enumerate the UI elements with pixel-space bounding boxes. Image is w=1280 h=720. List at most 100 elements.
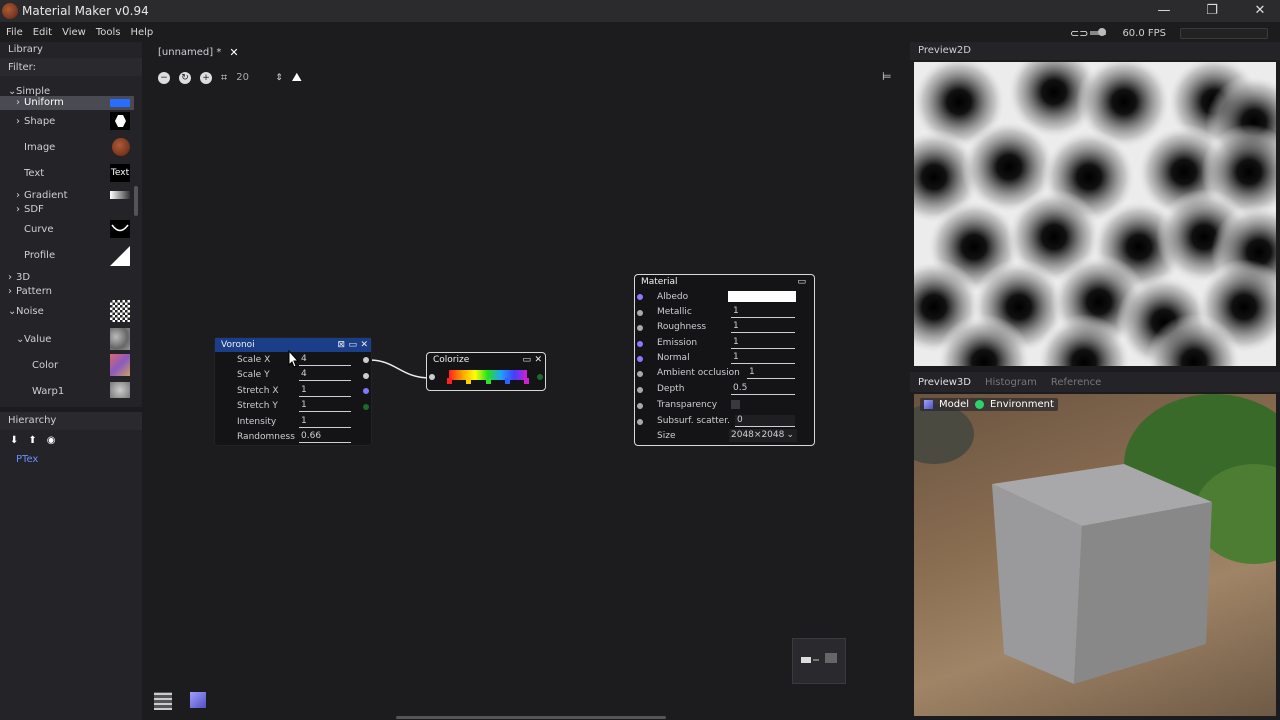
input-port-ao[interactable]: [637, 371, 643, 377]
colorize-node[interactable]: Colorize ▭ ✕: [426, 352, 546, 391]
node-preview-icon[interactable]: ▭: [348, 338, 357, 352]
gradient-stop-handle[interactable]: [524, 378, 529, 384]
hierarchy-item-ptex[interactable]: PTex: [0, 454, 142, 465]
arrow-up-icon[interactable]: ⬆: [28, 435, 36, 446]
tab-histogram[interactable]: Histogram: [985, 377, 1037, 388]
voronoi-stretch-y-field[interactable]: 1: [299, 400, 351, 412]
node-close-icon[interactable]: ✕: [534, 353, 542, 367]
link-icon[interactable]: ⊂⊃: [1070, 27, 1088, 40]
colorize-node-title: Colorize: [433, 355, 470, 365]
image-preview-icon: [112, 138, 130, 156]
voronoi-intensity-field[interactable]: 1: [299, 416, 351, 428]
input-port-roughness[interactable]: [637, 325, 643, 331]
tab-reference[interactable]: Reference: [1051, 377, 1101, 388]
input-port-transparency[interactable]: [637, 403, 643, 409]
input-port-normal[interactable]: [637, 356, 643, 362]
subsurf-scatter-field[interactable]: 0: [735, 415, 795, 427]
tab-preview3d[interactable]: Preview3D: [918, 377, 971, 388]
gradient-stop-handle[interactable]: [485, 378, 491, 384]
voronoi-stretch-x-field[interactable]: 1: [299, 385, 351, 397]
albedo-color-swatch[interactable]: [728, 291, 796, 302]
menu-edit[interactable]: Edit: [33, 27, 52, 38]
preview3d-viewport[interactable]: Model Environment: [914, 394, 1276, 716]
size-select[interactable]: 2048×2048 ⌄: [729, 429, 797, 442]
preview2d-canvas[interactable]: [914, 62, 1276, 366]
model-button[interactable]: Model: [939, 399, 969, 410]
gradient-stop-handle[interactable]: [504, 378, 510, 384]
node-preview-icon[interactable]: ▭: [797, 275, 806, 289]
node-settings-icon[interactable]: ⊠: [337, 338, 345, 352]
cube-view-icon[interactable]: [190, 692, 206, 708]
emission-field[interactable]: 1: [731, 337, 795, 349]
graph-editor[interactable]: [unnamed] * ✕ − ↻ + ⌗ 20 ⇕ ⛰ ⊨ Voronoi ⊠…: [146, 42, 902, 720]
input-port-albedo[interactable]: [637, 294, 643, 300]
restore-button[interactable]: ❐: [1204, 3, 1220, 19]
minimap[interactable]: [792, 638, 846, 684]
window-title: Material Maker v0.94: [22, 4, 149, 18]
3d-scene-image: [914, 394, 1276, 684]
voronoi-intensity-label: Intensity: [237, 417, 277, 427]
library-item-warp1[interactable]: Warp1: [0, 382, 134, 400]
library-item-color[interactable]: Color: [0, 354, 134, 376]
output-port-1[interactable]: [363, 357, 369, 363]
gradient-stop-handle[interactable]: [466, 378, 472, 384]
library-scrollbar[interactable]: [134, 186, 138, 216]
library-item-image[interactable]: Image: [0, 138, 134, 156]
library-item-value[interactable]: ⌄ Value: [0, 328, 134, 350]
voronoi-scale-x-field[interactable]: 4: [299, 354, 351, 366]
library-item-pattern[interactable]: › Pattern: [0, 282, 134, 300]
roughness-label: Roughness: [657, 322, 707, 332]
text-preview: Text: [110, 164, 130, 182]
warp-preview: [110, 382, 130, 398]
colorize-node-header[interactable]: Colorize ▭ ✕: [427, 353, 545, 367]
node-close-icon[interactable]: ✕: [360, 338, 368, 352]
input-port-metallic[interactable]: [637, 310, 643, 316]
material-node-header[interactable]: Material ▭: [635, 275, 814, 289]
transparency-checkbox[interactable]: [731, 400, 740, 409]
library-item-sdf[interactable]: › SDF: [0, 200, 134, 218]
output-port-4[interactable]: [363, 404, 369, 410]
material-node[interactable]: Material ▭ Albedo Metallic 1 Roughness 1…: [634, 274, 815, 446]
fps-label: 60.0 FPS: [1122, 27, 1167, 39]
input-port-depth[interactable]: [637, 387, 643, 393]
filter-input[interactable]: [41, 60, 142, 74]
arrow-down-icon[interactable]: ⬇: [10, 435, 18, 446]
environment-sphere-icon: [975, 400, 985, 409]
menu-help[interactable]: Help: [130, 27, 153, 38]
gradient-preview: [110, 191, 130, 199]
normal-field[interactable]: 1: [731, 352, 795, 364]
roughness-field[interactable]: 1: [731, 321, 795, 333]
ambient-occlusion-field[interactable]: 1: [747, 367, 795, 379]
voronoi-randomness-field[interactable]: 0.66: [299, 431, 351, 443]
library-item-curve[interactable]: Curve: [0, 220, 134, 238]
library-item-uniform[interactable]: › Uniform: [0, 96, 134, 110]
library-item-text[interactable]: Text Text: [0, 164, 134, 182]
output-port-3[interactable]: [363, 388, 369, 394]
output-port[interactable]: [537, 374, 543, 380]
voronoi-scale-y-field[interactable]: 4: [299, 369, 351, 381]
close-window-button[interactable]: ✕: [1252, 3, 1268, 19]
menu-tools[interactable]: Tools: [96, 27, 121, 38]
node-preview-icon[interactable]: ▭: [522, 353, 531, 367]
grid-view-icon[interactable]: [154, 692, 172, 710]
gradient-stops: [447, 378, 529, 384]
input-port-sss[interactable]: [637, 419, 643, 425]
input-port[interactable]: [429, 374, 435, 380]
library-item-shape[interactable]: › Shape: [0, 112, 134, 130]
render-slider[interactable]: [1090, 28, 1107, 36]
output-port-2[interactable]: [363, 373, 369, 379]
depth-field[interactable]: 0.5: [731, 383, 795, 395]
eye-icon[interactable]: ◉: [47, 435, 56, 446]
filter-row: Filter:: [0, 58, 142, 76]
minimize-button[interactable]: —: [1156, 3, 1172, 19]
input-port-emission[interactable]: [637, 341, 643, 347]
menu-file[interactable]: File: [6, 27, 23, 38]
metallic-field[interactable]: 1: [731, 306, 795, 318]
library-item-noise[interactable]: ⌄ Noise: [0, 300, 134, 322]
horizontal-scrollbar[interactable]: [396, 716, 666, 719]
environment-button[interactable]: Environment: [990, 399, 1054, 410]
library-item-profile[interactable]: Profile: [0, 246, 134, 266]
voronoi-scale-y-label: Scale Y: [237, 370, 270, 380]
gradient-stop-handle[interactable]: [447, 378, 452, 384]
menu-view[interactable]: View: [62, 27, 86, 38]
